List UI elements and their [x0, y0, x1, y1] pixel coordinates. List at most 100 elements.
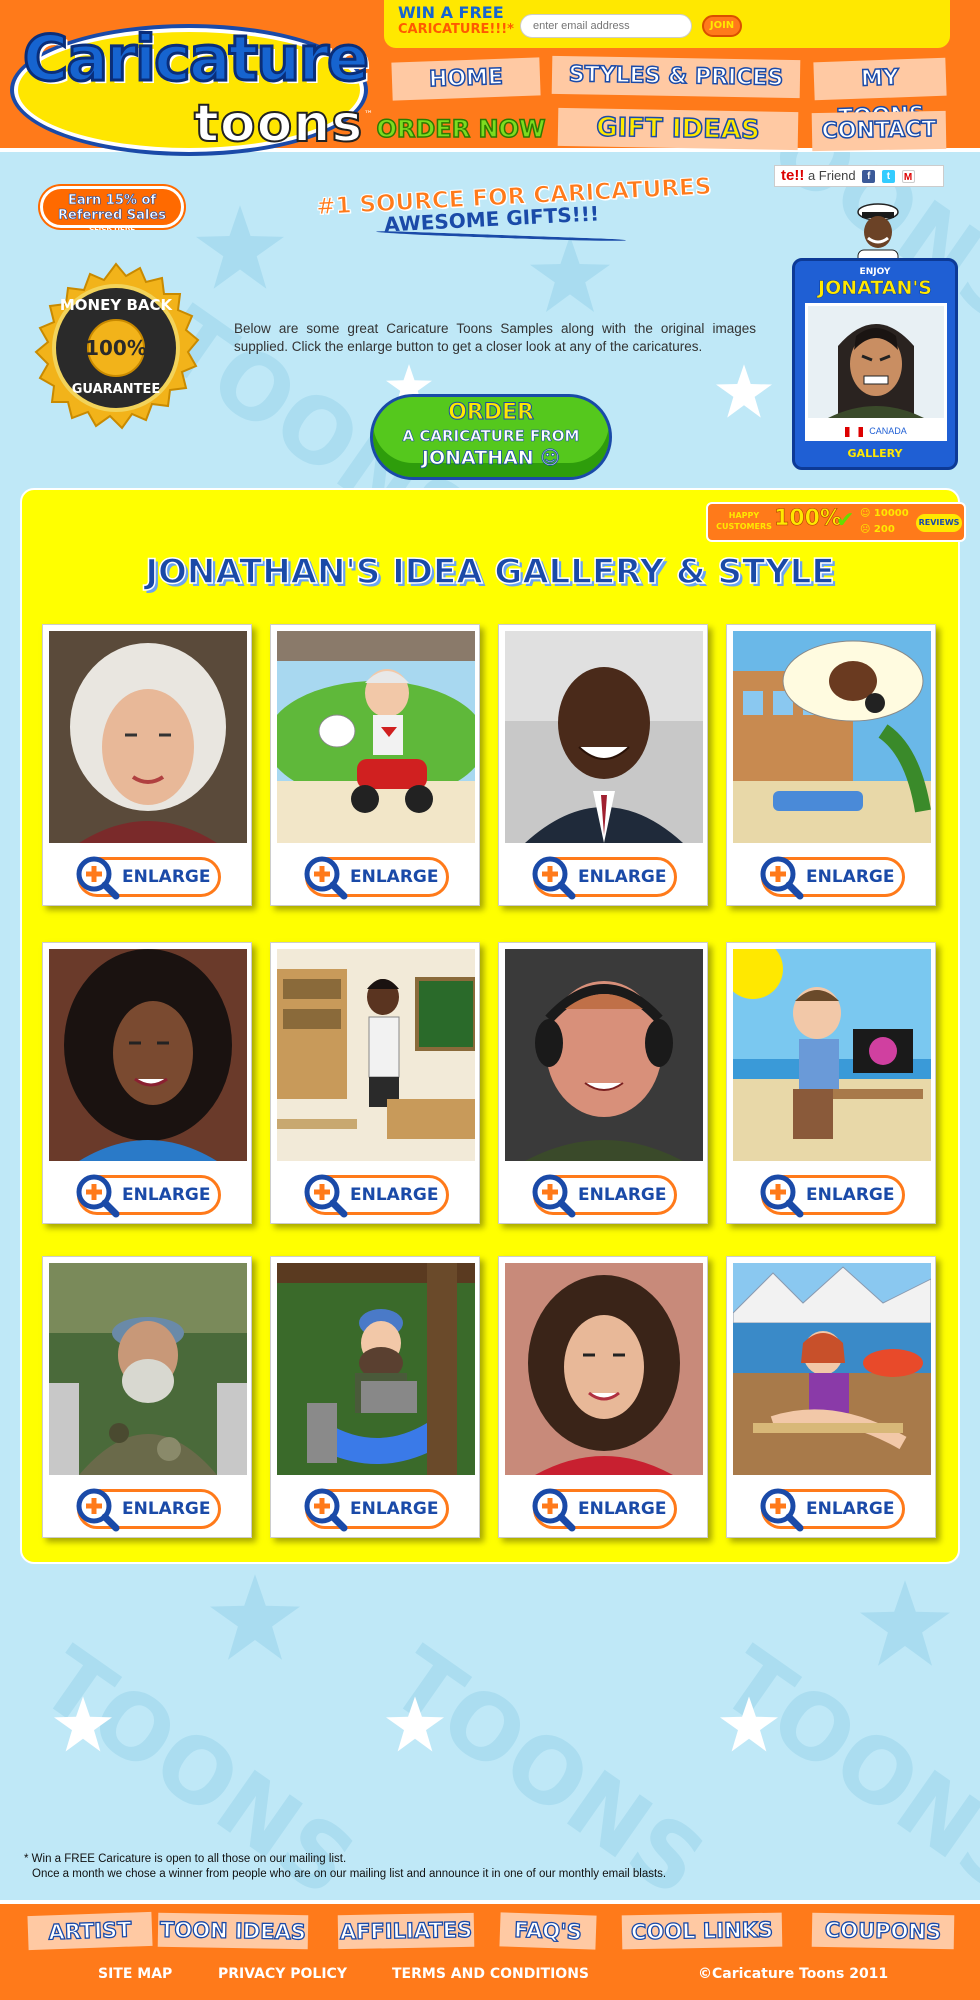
site-logo[interactable]: Caricature toons ™ — [14, 21, 373, 162]
magnify-plus-icon — [760, 1488, 804, 1532]
footer-affiliates[interactable]: AFFILIATES — [337, 1912, 475, 1950]
enlarge-label: ENLARGE — [578, 1185, 667, 1205]
enlarge-button[interactable]: ENLARGE — [304, 856, 449, 900]
gallery-card: ENLARGE — [42, 624, 252, 906]
star-icon — [54, 1696, 112, 1752]
footnote-line-2: Once a month we chose a winner from peop… — [32, 1868, 667, 1880]
email-icon[interactable]: M — [901, 170, 915, 184]
logo-sub-text: toons — [193, 93, 364, 155]
nav-gift-ideas[interactable]: GIFT IDEAS — [557, 107, 799, 151]
gallery-card: ENLARGE — [726, 942, 936, 1224]
enlarge-label: ENLARGE — [350, 1185, 439, 1205]
caricature-sample-image[interactable] — [277, 949, 475, 1161]
enlarge-label: ENLARGE — [806, 867, 895, 887]
enlarge-button[interactable]: ENLARGE — [76, 856, 221, 900]
enlarge-button[interactable]: ENLARGE — [532, 1488, 677, 1532]
star-icon — [720, 1696, 778, 1752]
gallery-card: ENLARGE — [42, 1256, 252, 1538]
star-icon — [530, 236, 610, 312]
win-title: WIN A FREE — [398, 3, 504, 22]
enlarge-label: ENLARGE — [350, 867, 439, 887]
money-back-guarantee-badge: MONEY BACK 100% GUARANTEE — [30, 262, 202, 434]
magnify-plus-icon — [532, 1488, 576, 1532]
gallery-title: JONATHAN'S IDEA GALLERY & STYLE — [145, 551, 836, 593]
win-subtitle: CARICATURE!!!* — [398, 22, 514, 37]
enlarge-label: ENLARGE — [122, 1185, 211, 1205]
guarantee-percent: 100% — [85, 336, 147, 360]
artist-profile-card[interactable]: ENJOY JONATAN'S CANADA GALLERY — [792, 258, 958, 470]
footer-coupons[interactable]: COUPONS — [811, 1912, 955, 1950]
nav-contact[interactable]: CONTACT — [811, 110, 947, 152]
enlarge-button[interactable]: ENLARGE — [760, 1174, 905, 1218]
checkmark-icon: ✔ — [836, 508, 855, 533]
enlarge-button[interactable]: ENLARGE — [304, 1174, 449, 1218]
earn-line-2: Referred Sales — [58, 208, 167, 224]
original-photo-image[interactable] — [49, 631, 247, 843]
twitter-icon[interactable]: t — [881, 170, 895, 184]
order-caricature-button[interactable]: ORDER A CARICATURE FROM JONATHAN ☺ — [370, 394, 612, 480]
gallery-card: ENLARGE — [498, 624, 708, 906]
artist-card-enjoy: ENJOY — [859, 267, 891, 277]
nav-styles-prices[interactable]: STYLES & PRICES — [551, 55, 801, 99]
enlarge-label: ENLARGE — [578, 867, 667, 887]
order-button-line-2: A CARICATURE FROM — [402, 427, 580, 446]
magnify-plus-icon — [304, 1174, 348, 1218]
nav-my-toons[interactable]: MY TOONS — [813, 57, 947, 131]
email-signup-input[interactable] — [520, 14, 692, 38]
reviews-button[interactable]: REVIEWS — [916, 514, 962, 532]
footer-faqs[interactable]: FAQ'S — [499, 1912, 597, 1950]
caricature-sample-image[interactable] — [733, 1263, 931, 1475]
footnote: * Win a FREE Caricature is open to all t… — [24, 1852, 924, 1882]
guarantee-top-text: MONEY BACK — [59, 296, 173, 314]
original-photo-image[interactable] — [49, 949, 247, 1161]
footer-cool-links[interactable]: COOL LINKS — [621, 1912, 783, 1950]
order-button-line-3: JONATHAN ☺ — [421, 447, 561, 470]
earn-line-1: Earn 15% of — [67, 193, 157, 209]
footer-site-map[interactable]: SITE MAP — [98, 1966, 172, 1982]
star-icon — [386, 1696, 444, 1752]
magnify-plus-icon — [760, 856, 804, 900]
captain-mascot-icon — [857, 203, 899, 266]
artist-card-name: JONATAN'S — [818, 277, 932, 300]
original-photo-image[interactable] — [505, 631, 703, 843]
footer-privacy-policy[interactable]: PRIVACY POLICY — [218, 1966, 347, 1982]
enlarge-button[interactable]: ENLARGE — [532, 856, 677, 900]
footer-terms[interactable]: TERMS AND CONDITIONS — [392, 1966, 589, 1982]
happy-customers-bar: HAPPY CUSTOMERS 100% ✔ ☺ 10000 ☹ 200 REVI… — [706, 502, 966, 542]
original-photo-image[interactable] — [49, 1263, 247, 1475]
magnify-plus-icon — [76, 1174, 120, 1218]
enlarge-button[interactable]: ENLARGE — [304, 1488, 449, 1532]
caricature-sample-image[interactable] — [733, 631, 931, 843]
original-photo-image[interactable] — [505, 1263, 703, 1475]
nav-home[interactable]: HOME — [391, 57, 541, 101]
enlarge-label: ENLARGE — [122, 867, 211, 887]
tell-a-friend-bar[interactable]: te!! a Friend f t M — [774, 165, 944, 187]
join-button[interactable]: JOIN — [702, 15, 742, 37]
nav-order-now[interactable]: ORDER NOW — [372, 110, 550, 148]
enlarge-button[interactable]: ENLARGE — [532, 1174, 677, 1218]
caricature-sample-image[interactable] — [277, 631, 475, 843]
original-photo-image[interactable] — [505, 949, 703, 1161]
enlarge-button[interactable]: ENLARGE — [760, 856, 905, 900]
magnify-plus-icon — [304, 856, 348, 900]
magnify-plus-icon — [532, 856, 576, 900]
happy-customers-label: HAPPY CUSTOMERS — [716, 511, 772, 531]
enlarge-button[interactable]: ENLARGE — [76, 1174, 221, 1218]
unhappy-count: ☹ 200 — [860, 524, 895, 535]
earn-referral-badge[interactable]: Earn 15% of Referred Sales CLICK HERE — [40, 186, 184, 232]
footer-toon-ideas[interactable]: TOON IDEAS — [157, 1912, 309, 1950]
magnify-plus-icon — [760, 1174, 804, 1218]
artist-country: CANADA — [805, 421, 947, 441]
star-icon — [210, 1574, 300, 1660]
enlarge-label: ENLARGE — [806, 1499, 895, 1519]
footer-artist[interactable]: ARTIST — [27, 1911, 153, 1951]
enlarge-button[interactable]: ENLARGE — [76, 1488, 221, 1532]
magnify-plus-icon — [304, 1488, 348, 1532]
gallery-card: ENLARGE — [498, 1256, 708, 1538]
order-button-line-1: ORDER — [448, 400, 535, 426]
caricature-sample-image[interactable] — [733, 949, 931, 1161]
star-icon — [860, 1580, 950, 1666]
caricature-sample-image[interactable] — [277, 1263, 475, 1475]
enlarge-button[interactable]: ENLARGE — [760, 1488, 905, 1532]
facebook-icon[interactable]: f — [862, 170, 876, 184]
